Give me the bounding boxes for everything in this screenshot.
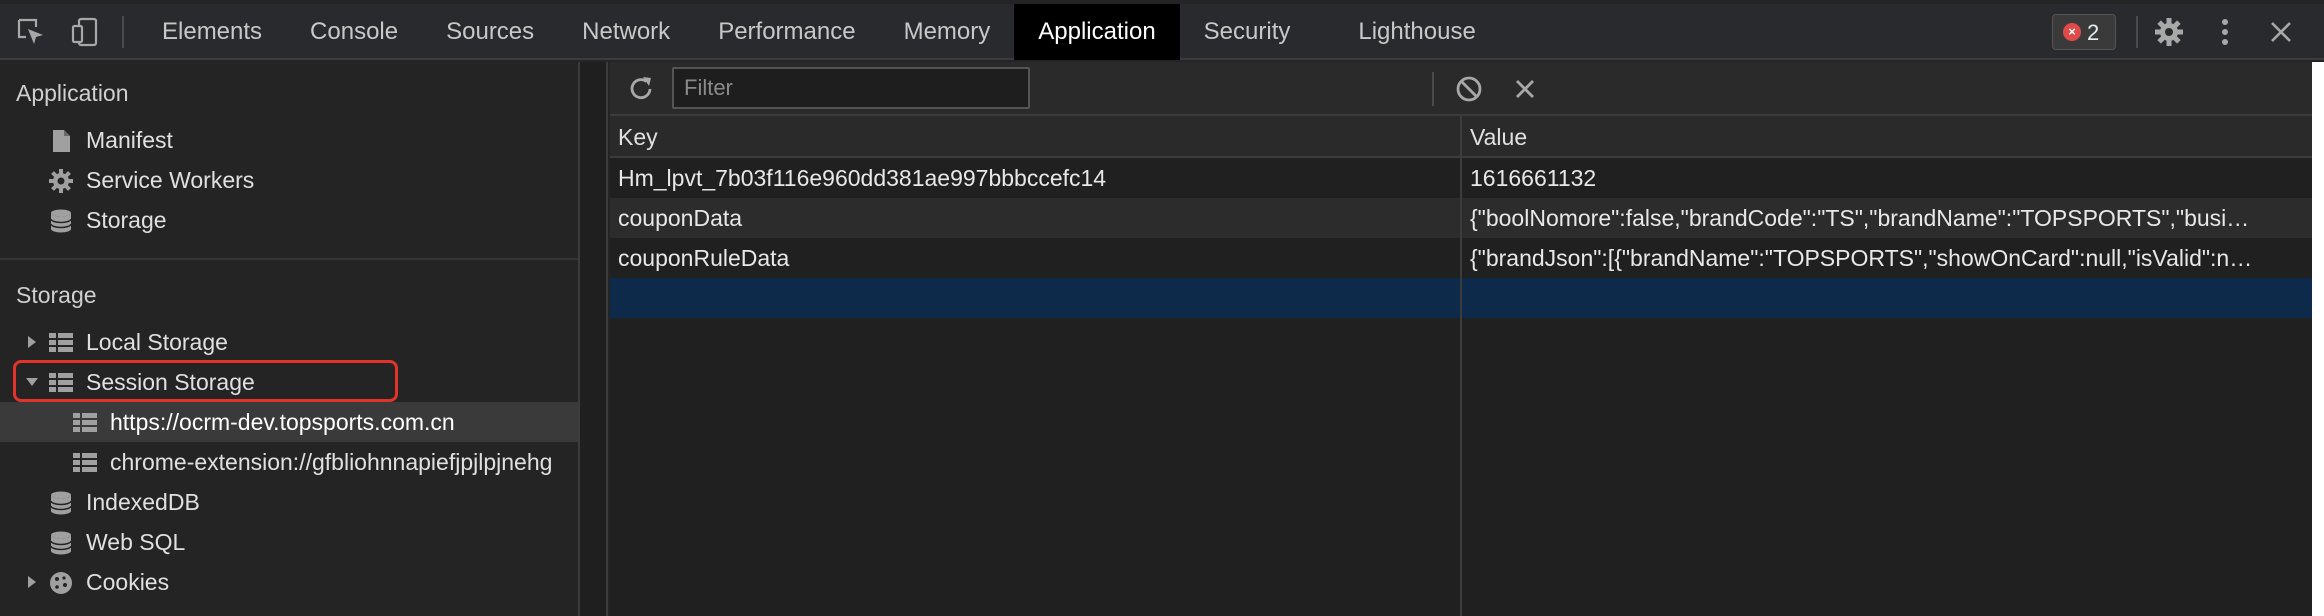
toolbar-separator [122, 16, 124, 48]
gear-icon [48, 168, 74, 194]
tab-application[interactable]: Application [1014, 4, 1180, 60]
sidebar-item-label: Manifest [86, 127, 173, 153]
sidebar-item-label: Cookies [86, 569, 170, 595]
cell-key: couponRuleData [618, 245, 790, 271]
devtools-window: Elements Console Sources Network Perform… [0, 0, 2324, 616]
sidebar-item-label: chrome-extension://gfbliohnnapiefjpjlpjn… [110, 449, 553, 475]
tab-console[interactable]: Console [286, 4, 422, 60]
cell-key: couponData [618, 205, 743, 231]
storage-items-view: Key Value Hm_lpvt_7b03f116e960dd381ae997… [610, 62, 2312, 616]
settings-gear-icon[interactable] [2154, 17, 2184, 47]
sidebar-item-label: IndexedDB [86, 489, 200, 515]
sidebar-item-label: https://ocrm-dev.topsports.com.cn [110, 409, 455, 435]
cell-value: 1616661132 [1470, 165, 1597, 191]
more-options-icon[interactable] [2210, 17, 2240, 47]
cell-key: Hm_lpvt_7b03f116e960dd381ae997bbbccefc14 [618, 165, 1107, 191]
devtools-tabbar: Elements Console Sources Network Perform… [0, 4, 2324, 60]
refresh-icon[interactable] [626, 74, 656, 104]
tab-performance[interactable]: Performance [694, 4, 879, 60]
cell-value: {"boolNomore":false,"brandCode":"TS","br… [1470, 205, 2250, 231]
section-title-application: Application [16, 80, 129, 106]
sidebar-item-label: Web SQL [86, 529, 186, 555]
column-divider[interactable] [1460, 116, 1462, 616]
tab-lighthouse[interactable]: Lighthouse [1314, 4, 1499, 60]
cell-value[interactable] [1462, 278, 2312, 318]
sidebar-item-manifest[interactable]: Manifest [0, 120, 578, 160]
tab-sources[interactable]: Sources [422, 4, 558, 60]
sidebar-item-label: Storage [86, 207, 167, 233]
delete-selected-icon[interactable] [1510, 74, 1540, 104]
tab-network[interactable]: Network [558, 4, 694, 60]
error-count-badge[interactable]: × 2 [2052, 14, 2116, 50]
filter-input[interactable] [672, 67, 1030, 109]
sidebar-item-web-sql[interactable]: Web SQL [0, 522, 578, 562]
toolbar-separator [1432, 72, 1434, 106]
tab-memory[interactable]: Memory [880, 4, 1015, 60]
database-icon [48, 208, 74, 234]
cell-key[interactable] [610, 278, 1460, 318]
inspect-element-icon[interactable] [16, 17, 46, 47]
window-edge [2312, 62, 2324, 616]
sidebar-item-local-storage[interactable]: Local Storage [0, 322, 578, 362]
sidebar-item-indexeddb[interactable]: IndexedDB [0, 482, 578, 522]
sidebar-item-label: Local Storage [86, 329, 228, 355]
cell-value: {"brandJson":[{"brandName":"TOPSPORTS","… [1470, 245, 2253, 271]
block-icon[interactable] [1454, 74, 1484, 104]
database-icon [48, 490, 74, 516]
sidebar-resizer[interactable] [580, 62, 608, 616]
column-header-key[interactable]: Key [610, 116, 1460, 158]
storage-toolbar [610, 62, 2312, 116]
column-header-value[interactable]: Value [1462, 116, 2312, 158]
sidebar-item-label: Service Workers [86, 167, 255, 193]
cookie-icon [48, 570, 74, 596]
database-icon [48, 530, 74, 556]
grid-icon [72, 410, 98, 436]
section-title-storage: Storage [16, 282, 97, 308]
panel-tabs: Elements Console Sources Network Perform… [138, 4, 1500, 60]
close-devtools-icon[interactable] [2266, 17, 2296, 47]
document-icon [48, 128, 74, 154]
sidebar-item-storage[interactable]: Storage [0, 200, 578, 240]
session-storage-highlight [13, 360, 398, 402]
sidebar-item-service-workers[interactable]: Service Workers [0, 160, 578, 200]
error-count: 2 [2087, 20, 2100, 45]
toolbar-separator [2136, 16, 2138, 48]
sidebar-item-session-origin-extension[interactable]: chrome-extension://gfbliohnnapiefjpjlpjn… [0, 442, 578, 482]
device-toolbar-icon[interactable] [70, 17, 100, 47]
grid-icon [72, 450, 98, 476]
application-sidebar: Application Manifest Service Workers Sto… [0, 62, 580, 616]
sidebar-item-cookies[interactable]: Cookies [0, 562, 578, 602]
error-icon: × [2063, 23, 2081, 41]
expand-arrow-icon[interactable] [24, 334, 40, 350]
section-divider [0, 258, 578, 260]
grid-icon [48, 330, 74, 356]
expand-arrow-icon[interactable] [24, 574, 40, 590]
tab-elements[interactable]: Elements [138, 4, 286, 60]
tab-security[interactable]: Security [1180, 4, 1315, 60]
sidebar-item-session-origin-topsports[interactable]: https://ocrm-dev.topsports.com.cn [0, 402, 578, 442]
